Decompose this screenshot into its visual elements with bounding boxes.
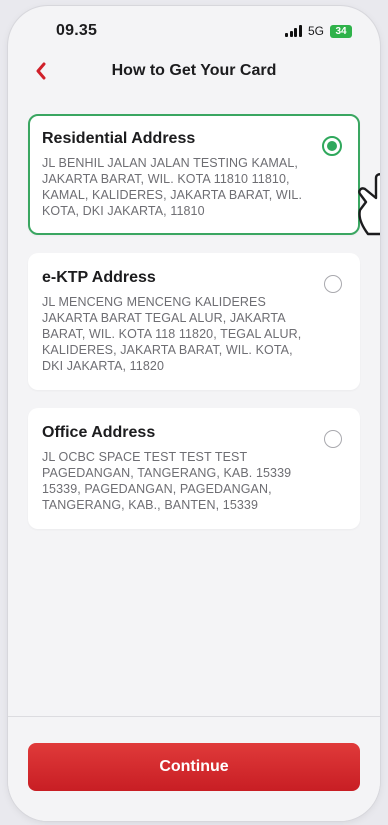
radio-dot <box>327 141 337 151</box>
status-indicators: 5G 34 <box>285 24 352 38</box>
phone-screen: 09.35 5G 34 How to Get Your Card Residen… <box>8 6 380 821</box>
address-text: JL OCBC SPACE TEST TEST TEST PAGEDANGAN,… <box>42 450 292 512</box>
footer: Continue <box>8 716 380 821</box>
address-option-ektp[interactable]: e-KTP Address JL MENCENG MENCENG KALIDER… <box>28 253 360 390</box>
header: How to Get Your Card <box>8 54 380 88</box>
radio-checked-icon[interactable] <box>322 136 342 156</box>
back-button[interactable] <box>30 60 52 82</box>
radio-unchecked-icon[interactable] <box>324 275 342 293</box>
status-bar: 09.35 5G 34 <box>56 20 352 42</box>
address-title: Office Address <box>42 424 156 441</box>
radio-unchecked-icon[interactable] <box>324 430 342 448</box>
address-option-residential[interactable]: Residential Address JL BENHIL JALAN JALA… <box>28 114 360 235</box>
address-text: JL MENCENG MENCENG KALIDERES JAKARTA BAR… <box>42 295 302 373</box>
status-time: 09.35 <box>56 22 98 39</box>
chevron-left-icon <box>36 62 46 80</box>
battery-icon: 34 <box>330 24 352 38</box>
page-title: How to Get Your Card <box>111 62 277 79</box>
network-type: 5G <box>307 24 324 38</box>
signal-icon <box>285 25 302 37</box>
address-title: Residential Address <box>42 130 196 147</box>
address-option-office[interactable]: Office Address JL OCBC SPACE TEST TEST T… <box>28 408 360 529</box>
continue-button[interactable]: Continue <box>28 743 360 791</box>
address-options: Residential Address JL BENHIL JALAN JALA… <box>28 114 360 547</box>
battery-level: 34 <box>335 25 347 37</box>
address-text: JL BENHIL JALAN JALAN TESTING KAMAL, JAK… <box>42 156 303 218</box>
address-title: e-KTP Address <box>42 269 156 286</box>
hand-pointer-icon <box>358 173 380 236</box>
